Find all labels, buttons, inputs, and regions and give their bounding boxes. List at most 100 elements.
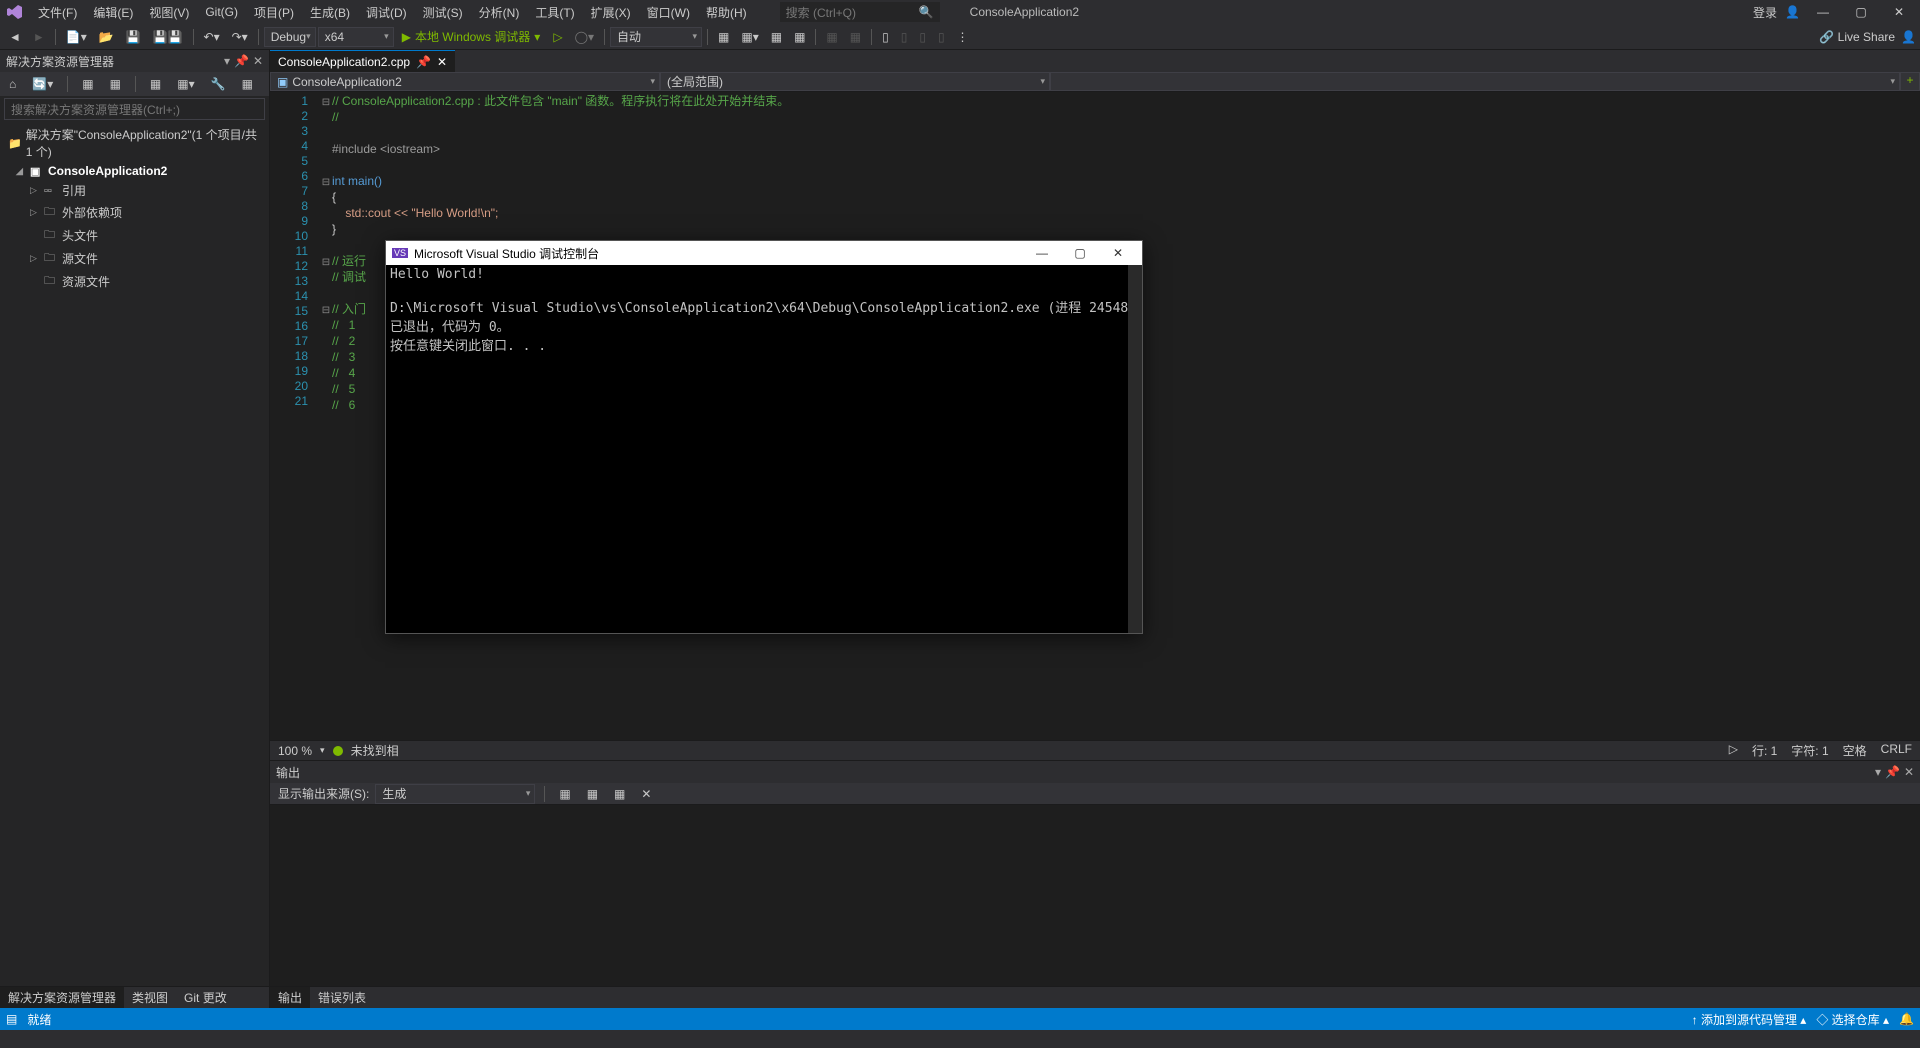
redo-icon[interactable]: ↷▾ [227, 28, 253, 46]
tab-output[interactable]: 输出 [270, 987, 310, 1008]
folder-icon: 🗀 [44, 203, 58, 222]
console-body[interactable]: Hello World! D:\Microsoft Visual Studio\… [386, 265, 1142, 633]
explorer-search[interactable]: 搜索解决方案资源管理器(Ctrl+;) [4, 98, 265, 120]
tb-b[interactable]: ▦ [105, 75, 126, 93]
menu-test[interactable]: 测试(S) [415, 4, 471, 21]
save-all-icon[interactable]: 💾💾 [148, 28, 188, 46]
debug-options-icon[interactable]: ◯▾ [570, 28, 599, 46]
global-search[interactable]: 搜索 (Ctrl+Q) 🔍 [780, 2, 940, 22]
properties-icon[interactable]: 🔧 [206, 75, 231, 93]
tab-class-view[interactable]: 类视图 [124, 987, 176, 1008]
sources-node[interactable]: ▷🗀源文件 [4, 247, 265, 270]
tb-icon-4[interactable]: ▦ [789, 28, 810, 46]
clear-icon[interactable]: ✕ [636, 785, 656, 803]
window-close[interactable]: ✕ [1884, 5, 1914, 19]
save-icon[interactable]: 💾 [121, 28, 146, 46]
menu-file[interactable]: 文件(F) [30, 4, 85, 21]
chevron-down-icon[interactable]: ◢ [16, 166, 26, 177]
sync-icon[interactable]: 🔄▾ [27, 75, 58, 93]
menu-build[interactable]: 生成(B) [302, 4, 358, 21]
nav-scope-combo[interactable]: (全局范围) [660, 72, 1050, 91]
nav-forward-icon[interactable]: ► [28, 28, 50, 46]
panel-dropdown-icon[interactable]: ▾ [224, 54, 230, 68]
menu-git[interactable]: Git(G) [197, 5, 246, 19]
undo-icon[interactable]: ↶▾ [199, 28, 225, 46]
refs-node[interactable]: ▷▫▫引用 [4, 180, 265, 201]
chevron-right-icon[interactable]: ▷ [30, 185, 40, 196]
bookmark-icon[interactable]: ▯ [877, 28, 894, 46]
menu-edit[interactable]: 编辑(E) [85, 4, 141, 21]
tab-solution-explorer[interactable]: 解决方案资源管理器 [0, 987, 124, 1008]
console-close[interactable]: ✕ [1100, 246, 1136, 260]
doc-tab-active[interactable]: ConsoleApplication2.cpp 📌 ✕ [270, 50, 455, 72]
start-without-debug-icon[interactable]: ▷ [548, 28, 567, 46]
start-debug-button[interactable]: ▶ 本地 Windows 调试器 ▾ [396, 28, 547, 45]
tab-git-changes[interactable]: Git 更改 [176, 987, 235, 1008]
console-minimize[interactable]: — [1024, 246, 1060, 260]
panel-pin-icon[interactable]: 📌 [234, 54, 249, 68]
zoom-level[interactable]: 100 % [278, 744, 312, 758]
nav-prev-icon[interactable]: ▷ [1729, 742, 1738, 759]
output-body[interactable] [270, 805, 1920, 986]
search-placeholder: 搜索 (Ctrl+Q) [786, 4, 856, 21]
tb-icon-2[interactable]: ▦▾ [736, 28, 763, 46]
ext-deps-node[interactable]: ▷🗀外部依赖项 [4, 201, 265, 224]
add-source-control[interactable]: ↑ 添加到源代码管理 ▴ [1692, 1011, 1807, 1028]
login-button[interactable]: 登录 [1753, 4, 1777, 21]
out-icon-2[interactable]: ▦ [582, 785, 603, 803]
menu-tools[interactable]: 工具(T) [527, 4, 582, 21]
menu-extensions[interactable]: 扩展(X) [583, 4, 639, 21]
panel-dropdown-icon[interactable]: ▾ [1875, 765, 1881, 779]
pin-icon[interactable]: 📌 [416, 55, 431, 69]
account-icon[interactable]: 👤 [1785, 5, 1800, 19]
panel-pin-icon[interactable]: 📌 [1885, 765, 1900, 779]
window-maximize[interactable]: ▢ [1846, 5, 1876, 19]
console-maximize[interactable]: ▢ [1062, 246, 1098, 260]
panel-close-icon[interactable]: ✕ [1904, 765, 1914, 779]
menu-view[interactable]: 视图(V) [141, 4, 197, 21]
tb-overflow-icon[interactable]: ⋮ [952, 28, 974, 46]
tasks-icon[interactable]: ▤ [6, 1012, 17, 1026]
solution-node[interactable]: 📁 解决方案"ConsoleApplication2"(1 个项目/共 1 个) [4, 124, 265, 162]
chevron-right-icon[interactable]: ▷ [30, 253, 40, 264]
live-share-button[interactable]: 🔗 Live Share [1819, 30, 1895, 44]
output-source-combo[interactable]: 生成 [375, 784, 535, 804]
out-icon-1[interactable]: ▦ [554, 785, 575, 803]
home-icon[interactable]: ⌂ [4, 75, 21, 93]
menu-analyze[interactable]: 分析(N) [471, 4, 528, 21]
nav-plus-icon[interactable]: + [1900, 72, 1920, 91]
resources-node[interactable]: 🗀资源文件 [4, 270, 265, 293]
open-icon[interactable]: 📂 [94, 28, 119, 46]
select-repo[interactable]: ◇ 选择仓库 ▴ [1816, 1011, 1889, 1028]
new-item-icon[interactable]: 📄▾ [61, 28, 92, 46]
show-all-icon[interactable]: ▦ [237, 75, 258, 93]
nav-project-combo[interactable]: ▣ConsoleApplication2 [270, 72, 660, 91]
menu-project[interactable]: 项目(P) [246, 4, 302, 21]
close-icon[interactable]: ✕ [437, 55, 447, 69]
tb-d[interactable]: ▦▾ [172, 75, 199, 93]
tb-c[interactable]: ▦ [145, 75, 166, 93]
project-node[interactable]: ◢ ▣ ConsoleApplication2 [4, 162, 265, 180]
panel-close-icon[interactable]: ✕ [253, 54, 263, 68]
tb-a[interactable]: ▦ [77, 75, 98, 93]
platform-combo[interactable]: x64 [318, 27, 394, 47]
console-scrollbar[interactable] [1128, 265, 1142, 633]
config-combo[interactable]: Debug [264, 27, 316, 47]
menu-debug[interactable]: 调试(D) [358, 4, 415, 21]
auto-combo[interactable]: 自动 [610, 27, 702, 47]
debug-console-window[interactable]: VS Microsoft Visual Studio 调试控制台 — ▢ ✕ H… [385, 240, 1143, 634]
headers-node[interactable]: 🗀头文件 [4, 224, 265, 247]
folder-icon: 🗀 [44, 249, 58, 268]
bell-icon[interactable]: 🔔 [1899, 1012, 1914, 1026]
menu-window[interactable]: 窗口(W) [639, 4, 698, 21]
chevron-right-icon[interactable]: ▷ [30, 207, 40, 218]
nav-member-combo[interactable] [1050, 72, 1900, 91]
tb-icon-1[interactable]: ▦ [713, 28, 734, 46]
tb-icon-3[interactable]: ▦ [766, 28, 787, 46]
window-minimize[interactable]: — [1808, 5, 1838, 19]
menu-help[interactable]: 帮助(H) [698, 4, 755, 21]
tab-error-list[interactable]: 错误列表 [310, 987, 374, 1008]
out-icon-3[interactable]: ▦ [609, 785, 630, 803]
feedback-icon[interactable]: 👤 [1901, 30, 1916, 44]
nav-back-icon[interactable]: ◄ [4, 28, 26, 46]
